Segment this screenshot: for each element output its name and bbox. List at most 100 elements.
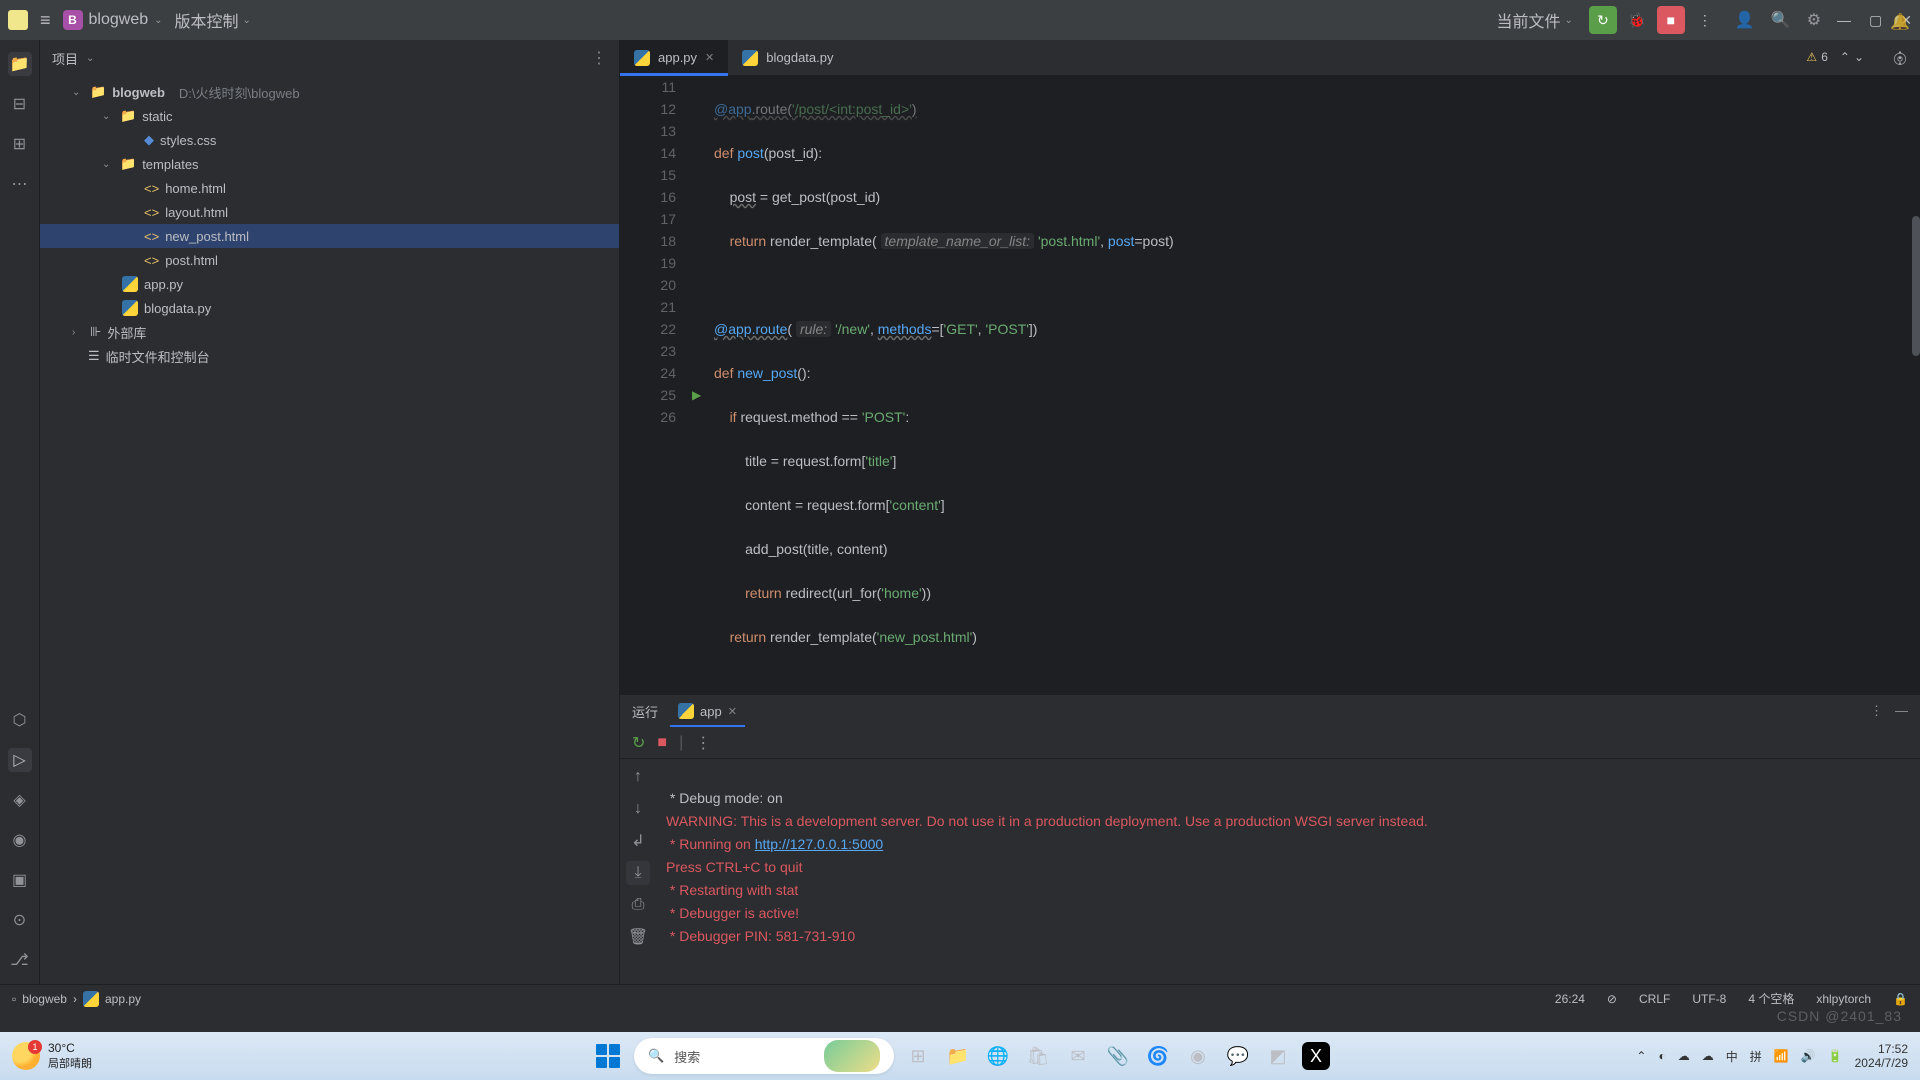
tree-folder-templates[interactable]: ⌄📁templates [40,152,619,176]
tree-file-css[interactable]: ◆styles.css [40,128,619,152]
tray-ime-mode[interactable]: 拼 [1750,1048,1762,1065]
lock-icon[interactable]: 🔒 [1893,992,1908,1006]
project-tool-icon[interactable]: 📁 [8,52,32,76]
browser-icon[interactable]: 🌀 [1142,1040,1174,1072]
tree-external-libs[interactable]: ›⊪外部库 [40,320,619,344]
services-tool-icon[interactable]: ◈ [8,788,32,812]
settings-icon[interactable]: ⚙ [1807,10,1821,30]
start-button[interactable] [590,1038,626,1074]
tray-chevron-icon[interactable]: ⌃ [1636,1049,1646,1063]
server-url-link[interactable]: http://127.0.0.1:5000 [755,836,883,852]
ai-assistant-icon[interactable]: ◎ [1893,48,1907,68]
tree-file-app-py[interactable]: app.py [40,272,619,296]
debug-button[interactable]: 🐞 [1623,6,1651,34]
project-name: blogweb [89,11,149,29]
search-everywhere-icon[interactable]: 🔍 [1771,10,1791,30]
main-menu-icon[interactable]: ≡ [40,10,51,31]
tree-file-post[interactable]: <>post.html [40,248,619,272]
chrome-icon[interactable]: ◉ [1182,1040,1214,1072]
code-content[interactable]: @app.route('/post/<int:post_id>') def po… [690,76,1920,694]
indent-setting[interactable]: 4 个空格 [1748,990,1794,1007]
vcs-menu[interactable]: 版本控制 ⌄ [175,8,251,32]
up-icon[interactable]: ↑ [626,765,650,789]
close-icon[interactable]: ✕ [705,51,714,64]
stop-button[interactable]: ■ [1657,6,1685,34]
stop-icon[interactable]: ■ [657,734,667,752]
minimize-button[interactable]: — [1837,12,1851,29]
console-output[interactable]: * Debug mode: on WARNING: This is a deve… [656,759,1920,984]
run-more-icon[interactable]: ⋮ [695,733,711,753]
x-app-icon[interactable]: X [1302,1042,1330,1070]
tray-volume-icon[interactable]: 🔊 [1801,1049,1816,1063]
tree-root[interactable]: ⌄📁blogwebD:\火线时刻\blogweb [40,80,619,104]
pycharm-icon[interactable]: ◩ [1262,1040,1294,1072]
problems-tool-icon[interactable]: ⊙ [8,908,32,932]
project-badge-icon: B [63,10,83,30]
clip-icon[interactable]: 📎 [1102,1040,1134,1072]
trash-icon[interactable]: 🗑 [626,925,650,949]
hide-panel-icon[interactable]: — [1895,703,1908,719]
run-tool-icon[interactable]: ▷ [8,748,32,772]
explorer-icon[interactable]: 📁 [942,1040,974,1072]
python-interpreter[interactable]: xhlpytorch [1816,992,1871,1006]
cursor-position[interactable]: 26:24 [1555,992,1585,1006]
run-line-icon[interactable]: ▶ [692,384,701,406]
close-icon[interactable]: ✕ [728,705,737,718]
taskbar-search[interactable]: 🔍 搜索 [634,1038,894,1074]
tray-weather-icon[interactable]: ☁ [1702,1049,1714,1063]
vcs-tool-icon[interactable]: ⎇ [8,948,32,972]
editor-tabs: app.py✕ blogdata.py ⋮ [620,40,1920,76]
tree-file-blogdata-py[interactable]: blogdata.py [40,296,619,320]
run-config-selector[interactable]: 当前文件 ⌄ [1496,8,1572,32]
print-icon[interactable]: ⎙ [626,893,650,917]
debug-tool-icon[interactable]: ◉ [8,828,32,852]
taskbar-clock[interactable]: 17:522024/7/29 [1855,1042,1908,1071]
project-selector[interactable]: B blogweb ⌄ [63,10,163,30]
down-icon[interactable]: ↓ [626,797,650,821]
tab-blogdata-py[interactable]: blogdata.py [728,40,847,75]
chevron-down-icon[interactable]: ⌄ [86,53,94,64]
tray-wifi-icon[interactable]: 📶 [1774,1049,1789,1063]
console-line: Press CTRL+C to quit [666,859,803,875]
more-tool-icon[interactable]: ⋯ [8,172,32,196]
tree-scratches[interactable]: ☰临时文件和控制台 [40,344,619,368]
breadcrumb-project[interactable]: blogweb [22,992,67,1006]
tree-file-layout[interactable]: <>layout.html [40,200,619,224]
commit-tool-icon[interactable]: ⊟ [8,92,32,116]
store-icon[interactable]: 🛍 [1022,1040,1054,1072]
inspection-widget[interactable]: ⚠ 6 ⌃ ⌄ [1806,50,1864,64]
breadcrumb-file[interactable]: app.py [105,992,141,1006]
tray-copilot-icon[interactable]: ◐ [1658,1049,1665,1063]
tray-onedrive-icon[interactable]: ☁ [1678,1049,1690,1063]
tray-battery-icon[interactable]: 🔋 [1828,1049,1843,1063]
run-tab-app[interactable]: app✕ [670,695,745,727]
python-console-icon[interactable]: ⬡ [8,708,32,732]
mail-icon[interactable]: ✉ [1062,1040,1094,1072]
more-run-options[interactable]: ⋮ [1691,6,1719,34]
readonly-icon[interactable]: ⊘ [1607,992,1617,1006]
wechat-icon[interactable]: 💬 [1222,1040,1254,1072]
tab-app-py[interactable]: app.py✕ [620,40,728,75]
tray-ime-lang[interactable]: 中 [1726,1048,1738,1065]
task-view-icon[interactable]: ⊞ [902,1040,934,1072]
structure-tool-icon[interactable]: ⊞ [8,132,32,156]
notifications-icon[interactable]: 🔔 [1890,12,1910,32]
tree-file-newpost[interactable]: <>new_post.html [40,224,619,248]
tree-file-home[interactable]: <>home.html [40,176,619,200]
terminal-tool-icon[interactable]: ▣ [8,868,32,892]
tree-folder-static[interactable]: ⌄📁static [40,104,619,128]
edge-icon[interactable]: 🌐 [982,1040,1014,1072]
soft-wrap-icon[interactable]: ↲ [626,829,650,853]
chevron-up-icon[interactable]: ⌃ [1840,50,1850,64]
run-button[interactable]: ↻ [1589,6,1617,34]
run-more-icon[interactable]: ⋮ [1870,703,1883,719]
sidebar-more-icon[interactable]: ⋮ [591,48,607,68]
line-separator[interactable]: CRLF [1639,992,1670,1006]
code-editor[interactable]: 11121314151617181920212223242526 ▶ @app.… [620,76,1920,694]
chevron-down-icon[interactable]: ⌄ [1854,50,1864,64]
file-encoding[interactable]: UTF-8 [1692,992,1726,1006]
rerun-icon[interactable]: ↻ [632,733,645,753]
weather-widget[interactable]: 30°C局部晴朗 [12,1041,92,1071]
code-with-me-icon[interactable]: 👤 [1735,10,1755,30]
scroll-to-end-icon[interactable]: ⤓ [626,861,650,885]
